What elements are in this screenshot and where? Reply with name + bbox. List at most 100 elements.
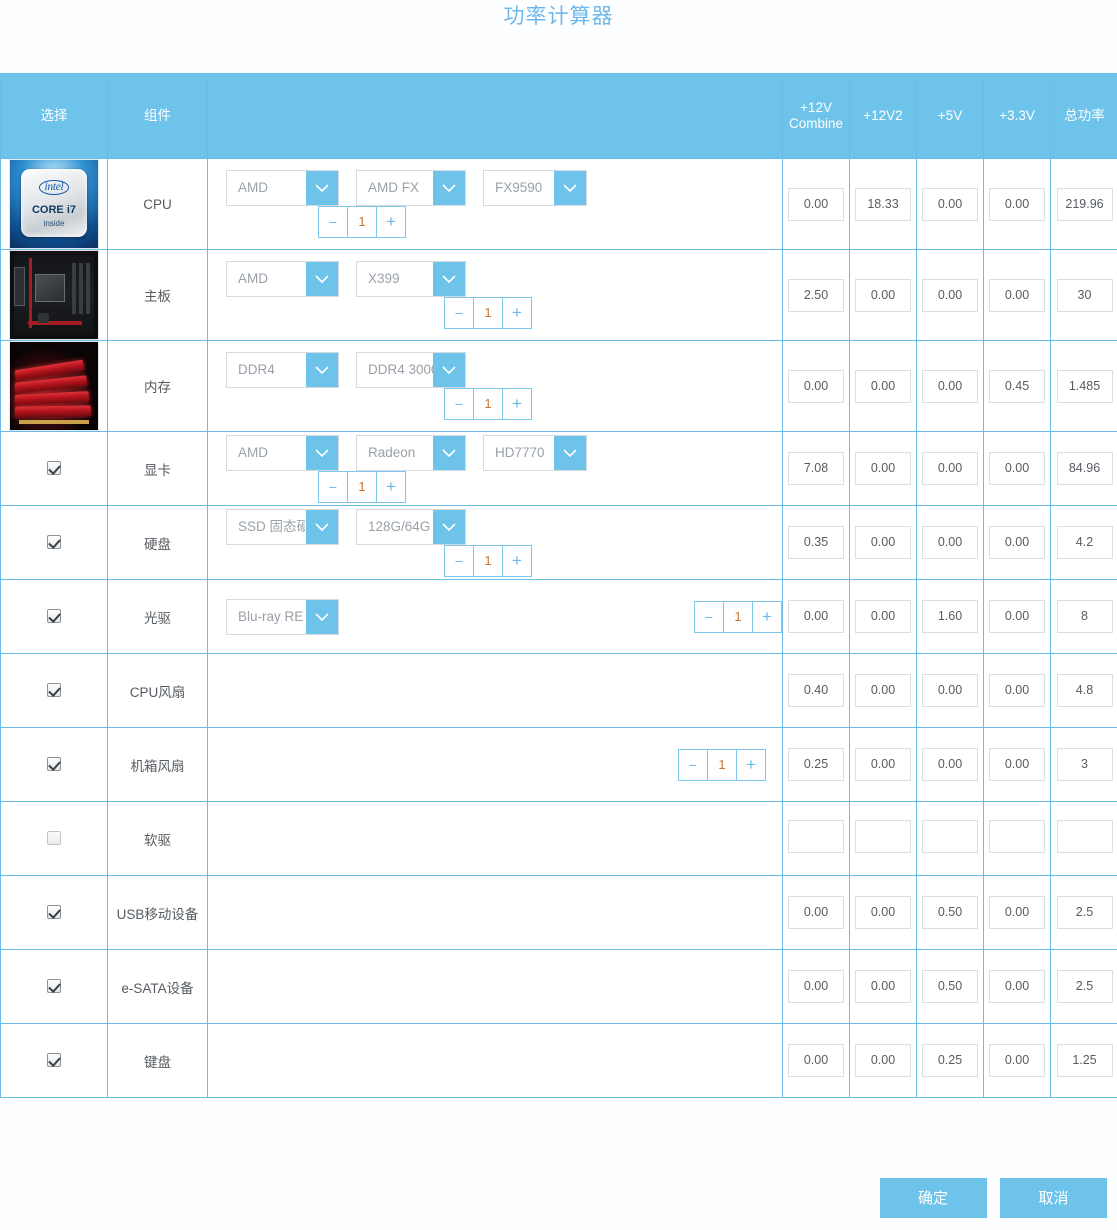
value-12v2[interactable]: 0.00 [855,278,911,312]
value-5v[interactable]: 0.00 [922,526,978,559]
value-total-power[interactable]: 2.5 [1056,970,1113,1003]
quantity-stepper[interactable]: −1 + [318,206,406,238]
value-12v2[interactable]: 0.00 [855,896,911,929]
value-12v-combine[interactable]: 0.00 [788,600,844,633]
quantity-increment-button[interactable]: + [502,545,531,576]
value-5v[interactable]: 0.00 [922,278,978,312]
value-12v-combine[interactable] [788,819,844,853]
value-12v-combine[interactable]: 0.00 [788,970,844,1003]
value-5v[interactable]: 0.00 [922,748,978,781]
select-1[interactable]: AMD [226,434,339,471]
value-12v-combine[interactable]: 0.00 [788,896,844,929]
quantity-increment-button[interactable]: + [376,471,405,502]
row-checkbox[interactable] [47,979,61,994]
quantity-value[interactable]: 1 [724,602,752,632]
row-checkbox[interactable] [47,757,61,772]
quantity-decrement-button[interactable]: − [445,389,474,419]
value-12v-combine[interactable]: 0.40 [788,674,844,707]
value-total-power[interactable]: 1.485 [1056,369,1113,403]
quantity-stepper[interactable]: −1 + [444,297,532,329]
quantity-decrement-button[interactable]: − [445,545,474,576]
confirm-button[interactable]: 确定 [879,1178,987,1218]
quantity-decrement-button[interactable]: − [695,601,724,632]
select-2[interactable]: DDR4 3000 [356,352,466,388]
value-3-3v[interactable]: 0.00 [989,896,1045,929]
quantity-stepper[interactable]: −1 + [444,544,532,577]
quantity-increment-button[interactable]: + [376,207,405,237]
select-3[interactable]: HD7770 [483,434,587,471]
value-total-power[interactable]: 8 [1056,600,1113,633]
value-5v[interactable]: 0.50 [922,896,978,929]
value-12v2[interactable]: 0.00 [855,526,911,559]
value-3-3v[interactable]: 0.00 [989,187,1045,221]
value-5v[interactable]: 0.00 [922,187,978,221]
quantity-value[interactable]: 1 [474,298,502,328]
quantity-increment-button[interactable]: + [752,601,781,632]
value-3-3v[interactable]: 0.00 [989,748,1045,781]
row-checkbox[interactable] [47,905,61,920]
cancel-button[interactable]: 取消 [1000,1178,1107,1218]
quantity-decrement-button[interactable]: − [319,207,348,237]
value-total-power[interactable]: 2.5 [1056,896,1113,929]
row-checkbox[interactable] [47,535,61,550]
value-12v-combine[interactable]: 0.00 [788,1044,844,1077]
quantity-value[interactable]: 1 [708,750,736,780]
value-12v-combine[interactable]: 0.00 [788,187,844,221]
value-12v2[interactable]: 0.00 [855,748,911,781]
value-3-3v[interactable]: 0.00 [989,600,1045,633]
value-12v-combine[interactable]: 0.00 [788,369,844,403]
value-5v[interactable]: 0.00 [922,369,978,403]
select-3[interactable]: FX9590 [483,170,587,206]
value-12v-combine[interactable]: 7.08 [788,452,844,485]
value-12v-combine[interactable]: 0.35 [788,526,844,559]
value-total-power[interactable]: 4.2 [1056,526,1113,559]
row-checkbox[interactable] [47,683,61,698]
quantity-value[interactable]: 1 [474,389,502,419]
row-checkbox[interactable] [47,461,61,476]
select-2[interactable]: Radeon [356,434,466,471]
select-2[interactable]: AMD FX [356,170,466,206]
quantity-stepper[interactable]: −1 + [444,388,532,420]
value-total-power[interactable]: 30 [1056,278,1113,312]
quantity-value[interactable]: 1 [474,546,502,576]
value-total-power[interactable] [1056,819,1113,853]
quantity-stepper[interactable]: −1 + [318,470,406,503]
value-12v2[interactable]: 0.00 [855,600,911,633]
quantity-decrement-button[interactable]: − [445,298,474,328]
select-1[interactable]: Blu-ray RE [226,598,339,635]
value-5v[interactable]: 1.60 [922,600,978,633]
value-total-power[interactable]: 1.25 [1056,1044,1113,1077]
quantity-decrement-button[interactable]: − [319,471,348,502]
value-12v2[interactable]: 0.00 [855,970,911,1003]
select-1[interactable]: AMD [226,170,339,206]
value-12v2[interactable]: 0.00 [855,452,911,485]
value-12v2[interactable]: 18.33 [855,187,911,221]
value-3-3v[interactable]: 0.00 [989,278,1045,312]
value-12v2[interactable] [855,819,911,853]
quantity-increment-button[interactable]: + [502,389,531,419]
value-3-3v[interactable]: 0.00 [989,970,1045,1003]
value-3-3v[interactable]: 0.00 [989,526,1045,559]
quantity-value[interactable]: 1 [348,207,376,237]
quantity-decrement-button[interactable]: − [679,749,708,780]
row-checkbox[interactable] [47,831,61,846]
select-2[interactable]: X399 [356,261,466,297]
value-3-3v[interactable]: 0.45 [989,369,1045,403]
value-5v[interactable]: 0.00 [922,452,978,485]
value-12v2[interactable]: 0.00 [855,674,911,707]
value-5v[interactable]: 0.25 [922,1044,978,1077]
row-checkbox[interactable] [47,1053,61,1068]
value-3-3v[interactable] [989,819,1045,853]
select-2[interactable]: 128G/64G [356,508,466,545]
select-1[interactable]: AMD [226,261,339,297]
quantity-stepper[interactable]: −1 + [678,748,766,781]
value-3-3v[interactable]: 0.00 [989,1044,1045,1077]
value-total-power[interactable]: 4.8 [1056,674,1113,707]
value-total-power[interactable]: 84.96 [1056,452,1113,485]
value-12v-combine[interactable]: 0.25 [788,748,844,781]
value-5v[interactable]: 0.50 [922,970,978,1003]
value-12v2[interactable]: 0.00 [855,369,911,403]
select-1[interactable]: SSD 固态硬盘 [226,508,339,545]
quantity-increment-button[interactable]: + [502,298,531,328]
value-total-power[interactable]: 3 [1056,748,1113,781]
